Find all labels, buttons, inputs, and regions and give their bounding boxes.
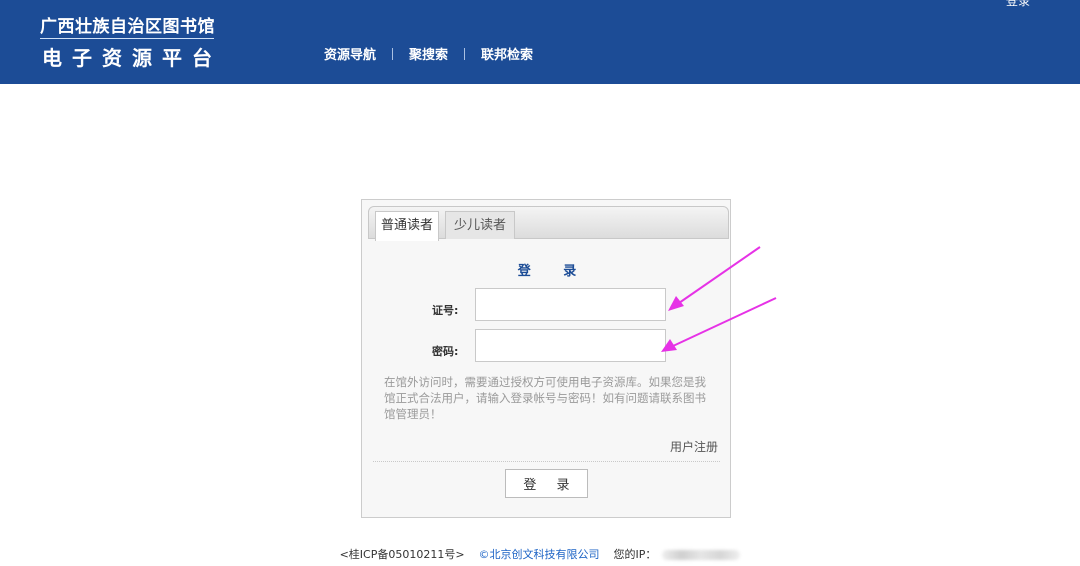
logo-library-name: 广西壮族自治区图书馆 (40, 17, 215, 37)
icp-license: <桂ICP备05010211号> (339, 548, 465, 561)
tab-regular-reader[interactable]: 普通读者 (375, 211, 439, 241)
nav-resource-navigation[interactable]: 资源导航 (324, 44, 376, 63)
logo-platform-name: 电子资源平台 (42, 46, 222, 70)
reader-type-tabs: 普通读者 少儿读者 (368, 206, 729, 241)
login-panel: 普通读者 少儿读者 登 录 证号: 密码: 在馆外访问时，需要通过授权方可使用电… (361, 199, 731, 518)
logo-divider (40, 38, 214, 39)
access-notice: 在馆外访问时，需要通过授权方可使用电子资源库。如果您是我馆正式合法用户，请输入登… (384, 375, 706, 421)
card-number-input[interactable] (475, 288, 666, 321)
login-title: 登 录 (517, 264, 591, 279)
nav-divider (464, 47, 466, 60)
form-divider (373, 461, 720, 462)
password-label: 密码: (432, 345, 459, 358)
password-input[interactable] (475, 329, 666, 362)
login-button[interactable]: 登 录 (505, 469, 588, 498)
ip-address-redacted (662, 550, 741, 560)
nav-divider (392, 47, 394, 60)
card-number-label: 证号: (432, 304, 459, 317)
tab-child-reader[interactable]: 少儿读者 (445, 211, 515, 239)
nav-aggregate-search[interactable]: 聚搜索 (409, 44, 448, 63)
company-link[interactable]: ©北京创文科技有限公司 (479, 548, 600, 561)
nav-federated-search[interactable]: 联邦检索 (481, 44, 533, 63)
site-footer: <桂ICP备05010211号> ©北京创文科技有限公司 您的IP： (0, 546, 1080, 562)
site-header: 广西壮族自治区图书馆 电子资源平台 资源导航 聚搜索 联邦检索 登录 (0, 0, 1080, 84)
ip-label: 您的IP： (613, 548, 657, 561)
main-nav: 资源导航 聚搜索 联邦检索 (324, 44, 533, 63)
register-link[interactable]: 用户注册 (670, 438, 718, 455)
header-login-link[interactable]: 登录 (1006, 0, 1030, 9)
